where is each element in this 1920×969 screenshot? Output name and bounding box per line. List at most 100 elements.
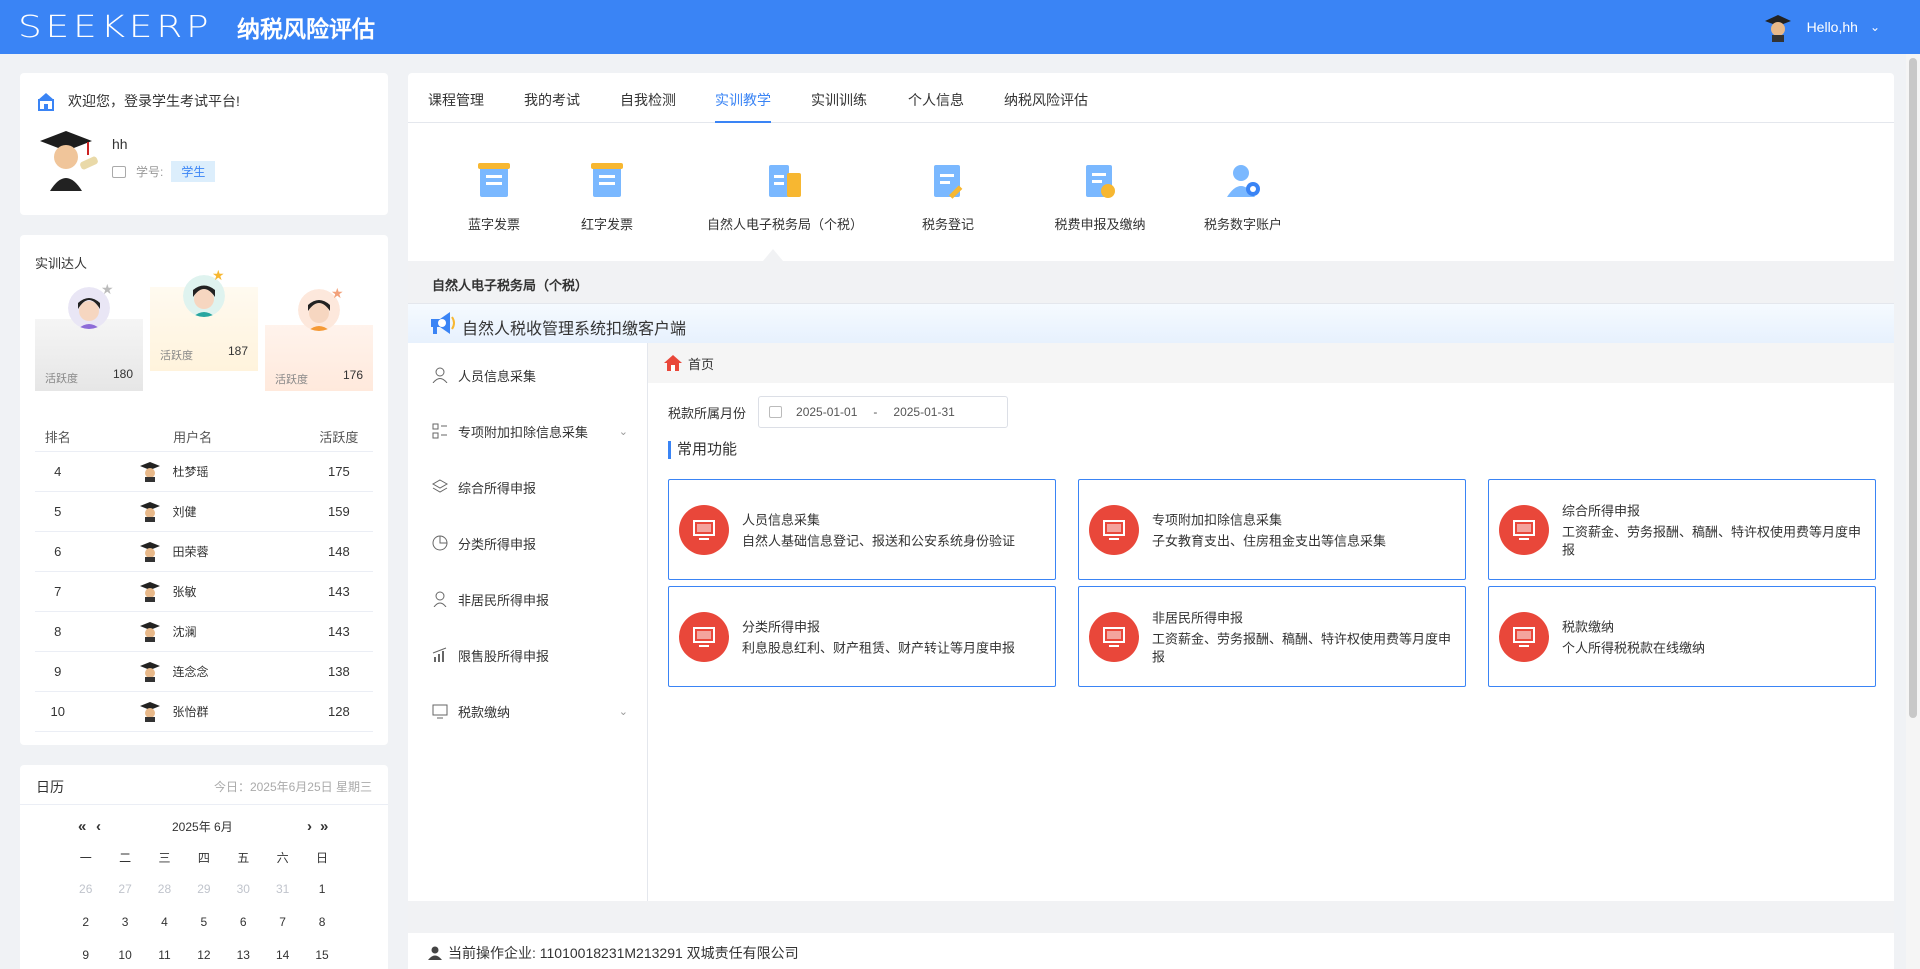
section-bar: 自然人电子税务局（个税） xyxy=(408,261,1894,303)
calendar-day[interactable]: 12 xyxy=(184,948,223,969)
calendar-day[interactable]: 10 xyxy=(105,948,144,969)
activity-label: 活跃度 xyxy=(275,374,308,386)
menu-label: 限售股所得申报 xyxy=(458,648,550,664)
function-card-1[interactable]: 人员信息采集自然人基础信息登记、报送和公安系统身份验证 xyxy=(668,479,1056,580)
function-name: 分类所得申报 xyxy=(742,619,821,634)
calendar-card: 日历 今日：2025年6月25日 星期三 « ‹ 2025年 6月 › » 一 二… xyxy=(20,765,388,969)
calendar-day[interactable]: 3 xyxy=(105,915,144,948)
column-header: 活跃度 xyxy=(304,423,373,452)
rank-cell: 6 xyxy=(35,531,81,572)
next-month-button[interactable]: › xyxy=(307,818,312,836)
star-icon: ★ xyxy=(101,281,114,297)
weekday-label: 四 xyxy=(197,851,210,865)
table-row: 9 连念念 138 xyxy=(35,651,373,692)
menu-item-4[interactable]: 分类所得申报 xyxy=(408,523,648,563)
period-start: 2025-01-01 xyxy=(796,405,858,419)
calendar-day[interactable]: 26 xyxy=(66,882,105,915)
calendar-week-row: 26 27 28 29 30 31 1 xyxy=(66,882,386,915)
function-desc: 利息股息红利、财产租赁、财产转让等月度申报 xyxy=(742,640,1016,655)
content-area: 首页 税款所属月份 2025-01-01 - 2025-01-31 常用功能 人… xyxy=(648,343,1894,901)
menu-icon xyxy=(432,535,448,551)
user-greeting: Hello,hh xyxy=(1806,19,1858,35)
score-cell: 143 xyxy=(304,571,373,612)
welcome-card: 欢迎您，登录学生考试平台! hh 学号: 学生 xyxy=(20,73,388,215)
calendar-day[interactable]: 13 xyxy=(224,948,263,969)
student-id-label: 学号: xyxy=(136,165,164,179)
menu-item-6[interactable]: 限售股所得申报 xyxy=(408,635,648,675)
calendar-day[interactable]: 9 xyxy=(66,948,105,969)
calendar-title: 日历 xyxy=(36,779,64,795)
function-desc: 自然人基础信息登记、报送和公安系统身份验证 xyxy=(742,533,1016,548)
podium-second: ★ 活跃度 180 xyxy=(35,281,143,391)
side-menu: 人员信息采集 专项附加扣除信息采集 ⌄ 综合所得申报 分类所得申报 非居民所得申报限售股所… xyxy=(408,343,648,901)
calendar-day[interactable]: 4 xyxy=(145,915,184,948)
calendar-day[interactable]: 28 xyxy=(145,882,184,915)
menu-item-5[interactable]: 非居民所得申报 xyxy=(408,579,648,619)
calendar-day[interactable]: 5 xyxy=(184,915,223,948)
tool-6[interactable]: 税务数字账户 xyxy=(1193,161,1293,233)
calendar-day[interactable]: 8 xyxy=(302,915,341,948)
page-scrollbar[interactable] xyxy=(1906,54,1920,969)
tab-7[interactable]: 纳税风险评估 xyxy=(1004,90,1088,110)
scrollbar-thumb[interactable] xyxy=(1909,58,1917,718)
chevron-down-icon: ⌄ xyxy=(618,705,628,718)
function-name: 税款缴纳 xyxy=(1562,619,1615,634)
calendar-day[interactable]: 15 xyxy=(302,948,341,969)
calendar-day[interactable]: 29 xyxy=(184,882,223,915)
function-card-2[interactable]: 专项附加扣除信息采集 子女教育支出、住房租金支出等信息采集 xyxy=(1078,479,1466,580)
calendar-day[interactable]: 30 xyxy=(224,882,263,915)
calendar-day[interactable]: 7 xyxy=(263,915,302,948)
rank-cell: 4 xyxy=(35,451,81,492)
tool-3[interactable]: 自然人电子税务局（个税） xyxy=(690,161,880,233)
tool-1[interactable]: 蓝字发票 xyxy=(448,161,540,233)
tab-1[interactable]: 课程管理 xyxy=(428,90,484,110)
tool-2[interactable]: 红字发票 xyxy=(564,161,650,233)
function-name: 非居民所得申报 xyxy=(1152,610,1244,625)
weekday-label: 五 xyxy=(237,851,250,865)
tool-4[interactable]: 税务登记 xyxy=(910,161,986,233)
today-date: 今日：2025年6月25日 星期三 xyxy=(213,780,372,794)
tab-3[interactable]: 自我检测 xyxy=(620,90,676,110)
calendar-day[interactable]: 14 xyxy=(263,948,302,969)
function-name: 人员信息采集 xyxy=(742,512,821,527)
calendar-day[interactable]: 2 xyxy=(66,915,105,948)
ranking-card: 实训达人 ★ 活跃度 180 ★ 活跃度 187 ★ 活跃度 176 排名 用户… xyxy=(20,235,388,745)
menu-item-7[interactable]: 税款缴纳 ⌄ xyxy=(408,691,648,731)
breadcrumb-home[interactable]: 首页 xyxy=(688,354,714,373)
calendar-day[interactable]: 31 xyxy=(263,882,302,915)
calendar-day[interactable]: 1 xyxy=(302,882,341,915)
function-card-3[interactable]: 综合所得申报 工资薪金、劳务报酬、稿酬、特许权使用费等月度申报 xyxy=(1488,479,1876,580)
function-card-6[interactable]: 税款缴纳 个人所得税税款在线缴纳 xyxy=(1488,586,1876,687)
rank-cell: 8 xyxy=(35,611,81,652)
function-card-5[interactable]: 非居民所得申报 工资薪金、劳务报酬、稿酬、特许权使用费等月度申报 xyxy=(1078,586,1466,687)
menu-item-2[interactable]: 专项附加扣除信息采集 ⌄ xyxy=(408,411,648,451)
prev-month-button[interactable]: ‹ xyxy=(96,818,101,836)
tab-6[interactable]: 个人信息 xyxy=(908,90,964,110)
calendar-day[interactable]: 27 xyxy=(105,882,144,915)
tool-label: 税费申报及缴纳 xyxy=(1054,217,1146,232)
score-cell: 159 xyxy=(304,491,373,532)
function-card-4[interactable]: 分类所得申报利息股息红利、财产租赁、财产转让等月度申报 xyxy=(668,586,1056,687)
tab-2[interactable]: 我的考试 xyxy=(524,90,580,110)
next-year-button[interactable]: » xyxy=(320,818,328,836)
monitor-icon xyxy=(1089,611,1139,662)
user-menu[interactable]: Hello,hh ⌄ xyxy=(1763,0,1880,54)
calendar-day[interactable]: 6 xyxy=(224,915,263,948)
column-header: 用户名 xyxy=(80,423,305,452)
table-row: 4 杜梦瑶 175 xyxy=(35,451,373,492)
prev-year-button[interactable]: « xyxy=(78,818,86,836)
menu-item-1[interactable]: 人员信息采集 xyxy=(408,355,648,395)
menu-icon xyxy=(432,479,448,493)
tab-4[interactable]: 实训教学 xyxy=(715,90,771,110)
avatar-icon xyxy=(139,702,160,722)
role-badge: 学生 xyxy=(171,161,216,182)
home-icon[interactable] xyxy=(664,355,682,371)
tool-5[interactable]: 税费申报及缴纳 xyxy=(1034,161,1166,233)
calendar-day[interactable]: 11 xyxy=(145,948,184,969)
tab-5[interactable]: 实训训练 xyxy=(811,90,867,110)
menu-item-3[interactable]: 综合所得申报 xyxy=(408,467,648,507)
tool-icon xyxy=(1086,165,1115,198)
table-row: 8 沈澜 143 xyxy=(35,611,373,652)
weekday-label: 一 xyxy=(79,851,92,865)
period-date-range[interactable]: 2025-01-01 - 2025-01-31 xyxy=(758,396,1009,428)
